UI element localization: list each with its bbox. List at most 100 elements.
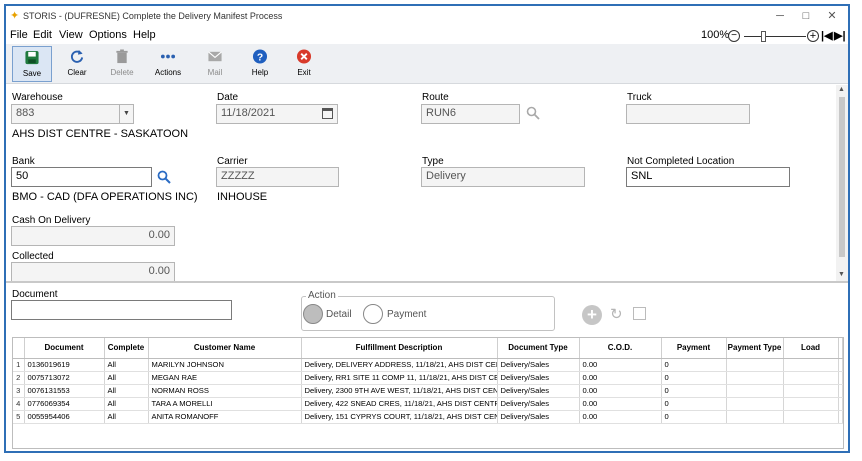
cell-load[interactable]	[783, 384, 839, 398]
cell-complete[interactable]: All	[104, 371, 149, 385]
zoom-in-button[interactable]: +	[807, 30, 819, 42]
warehouse-dropdown[interactable]: 883 ▼	[11, 104, 134, 124]
zoom-slider-thumb[interactable]	[761, 31, 766, 42]
table-row[interactable]: 1 0136019619 All MARILYN JOHNSON Deliver…	[13, 358, 843, 372]
detail-radio[interactable]	[303, 304, 323, 324]
cell-load[interactable]	[783, 397, 839, 411]
header-document-type[interactable]: Document Type	[497, 338, 580, 359]
cell-payment[interactable]: 0	[661, 358, 727, 372]
cell-cod[interactable]: 0.00	[579, 384, 662, 398]
scroll-down-icon[interactable]: ▼	[838, 271, 845, 278]
menu-view[interactable]: View	[59, 29, 83, 41]
mail-button[interactable]: Mail	[195, 46, 235, 82]
menu-edit[interactable]: Edit	[33, 29, 52, 41]
cell-customer[interactable]: NORMAN ROSS	[148, 384, 302, 398]
delete-button[interactable]: Delete	[102, 46, 142, 82]
close-window-button[interactable]: ✕	[824, 9, 840, 23]
chevron-down-icon[interactable]: ▼	[119, 105, 133, 123]
payment-radio-label[interactable]: Payment	[387, 309, 426, 320]
table-row[interactable]: 4 0776069354 All TARA A MORELLI Delivery…	[13, 397, 843, 411]
exit-button[interactable]: Exit	[284, 46, 324, 82]
document-field[interactable]	[11, 300, 232, 320]
cell-doc-type[interactable]: Delivery/Sales	[497, 371, 580, 385]
menu-options[interactable]: Options	[89, 29, 127, 41]
cell-complete[interactable]: All	[104, 410, 149, 424]
date-field[interactable]: 11/18/2021	[216, 104, 338, 124]
cell-doc-type[interactable]: Delivery/Sales	[497, 358, 580, 372]
zoom-out-button[interactable]: −	[728, 30, 740, 42]
form-scrollbar[interactable]: ▲ ▼	[836, 85, 848, 281]
cell-payment-type[interactable]	[726, 397, 784, 411]
header-document[interactable]: Document	[24, 338, 105, 359]
header-customer-name[interactable]: Customer Name	[148, 338, 302, 359]
route-search-icon[interactable]	[526, 106, 540, 120]
header-load[interactable]: Load	[783, 338, 839, 359]
cell-payment-type[interactable]	[726, 410, 784, 424]
detail-radio-label[interactable]: Detail	[326, 309, 352, 320]
cell-description[interactable]: Delivery, DELIVERY ADDRESS, 11/18/21, AH…	[301, 358, 498, 372]
scroll-thumb[interactable]	[839, 97, 845, 257]
cell-payment-type[interactable]	[726, 371, 784, 385]
table-row[interactable]: 2 0075713072 All MEGAN RAE Delivery, RR1…	[13, 371, 843, 385]
cell-cod[interactable]: 0.00	[579, 358, 662, 372]
cell-payment[interactable]: 0	[661, 384, 727, 398]
cell-description[interactable]: Delivery, 422 SNEAD CRES, 11/18/21, AHS …	[301, 397, 498, 411]
cell-document[interactable]: 0076131553	[24, 384, 105, 398]
cell-payment-type[interactable]	[726, 384, 784, 398]
zoom-slider-track[interactable]	[744, 36, 806, 37]
cell-customer[interactable]: MARILYN JOHNSON	[148, 358, 302, 372]
cell-load[interactable]	[783, 358, 839, 372]
actions-button[interactable]: Actions	[148, 46, 188, 82]
cell-load[interactable]	[783, 371, 839, 385]
cash-on-delivery-field[interactable]: 0.00	[11, 226, 175, 246]
help-button[interactable]: ? Help	[240, 46, 280, 82]
not-completed-location-field[interactable]: SNL	[626, 167, 790, 187]
cell-document[interactable]: 0075713072	[24, 371, 105, 385]
save-button[interactable]: Save	[12, 46, 52, 82]
cell-document[interactable]: 0055954406	[24, 410, 105, 424]
cell-description[interactable]: Delivery, 151 CYPRYS COURT, 11/18/21, AH…	[301, 410, 498, 424]
header-cod[interactable]: C.O.D.	[579, 338, 662, 359]
cell-cod[interactable]: 0.00	[579, 410, 662, 424]
bank-field[interactable]: 50	[11, 167, 152, 187]
cell-complete[interactable]: All	[104, 397, 149, 411]
cell-customer[interactable]: ANITA ROMANOFF	[148, 410, 302, 424]
calendar-icon[interactable]	[322, 108, 333, 119]
collected-field[interactable]: 0.00	[11, 262, 175, 282]
cell-complete[interactable]: All	[104, 358, 149, 372]
cell-document[interactable]: 0136019619	[24, 358, 105, 372]
first-record-icon[interactable]: |◀	[821, 29, 833, 42]
add-icon[interactable]: +	[582, 305, 602, 325]
cell-complete[interactable]: All	[104, 384, 149, 398]
payment-radio[interactable]	[363, 304, 383, 324]
clear-button[interactable]: Clear	[57, 46, 97, 82]
cell-document[interactable]: 0776069354	[24, 397, 105, 411]
cell-payment[interactable]: 0	[661, 410, 727, 424]
header-payment[interactable]: Payment	[661, 338, 727, 359]
cell-cod[interactable]: 0.00	[579, 371, 662, 385]
cell-payment[interactable]: 0	[661, 371, 727, 385]
cell-load[interactable]	[783, 410, 839, 424]
header-fulfillment-description[interactable]: Fulfillment Description	[301, 338, 498, 359]
grid-icon[interactable]	[633, 307, 646, 320]
table-row[interactable]: 5 0055954406 All ANITA ROMANOFF Delivery…	[13, 410, 843, 424]
cell-doc-type[interactable]: Delivery/Sales	[497, 397, 580, 411]
cell-customer[interactable]: TARA A MORELLI	[148, 397, 302, 411]
cell-payment[interactable]: 0	[661, 397, 727, 411]
maximize-button[interactable]: □	[798, 9, 814, 23]
header-payment-type[interactable]: Payment Type	[726, 338, 784, 359]
scroll-up-icon[interactable]: ▲	[838, 86, 845, 93]
carrier-field[interactable]: ZZZZZ	[216, 167, 339, 187]
cell-cod[interactable]: 0.00	[579, 397, 662, 411]
menu-file[interactable]: File	[10, 29, 28, 41]
minimize-button[interactable]: ─	[772, 9, 788, 23]
refresh-icon[interactable]: ↻	[610, 305, 623, 323]
route-field[interactable]: RUN6	[421, 104, 520, 124]
cell-doc-type[interactable]: Delivery/Sales	[497, 410, 580, 424]
menu-help[interactable]: Help	[133, 29, 156, 41]
cell-doc-type[interactable]: Delivery/Sales	[497, 384, 580, 398]
cell-payment-type[interactable]	[726, 358, 784, 372]
header-complete[interactable]: Complete	[104, 338, 149, 359]
truck-field[interactable]	[626, 104, 750, 124]
cell-customer[interactable]: MEGAN RAE	[148, 371, 302, 385]
